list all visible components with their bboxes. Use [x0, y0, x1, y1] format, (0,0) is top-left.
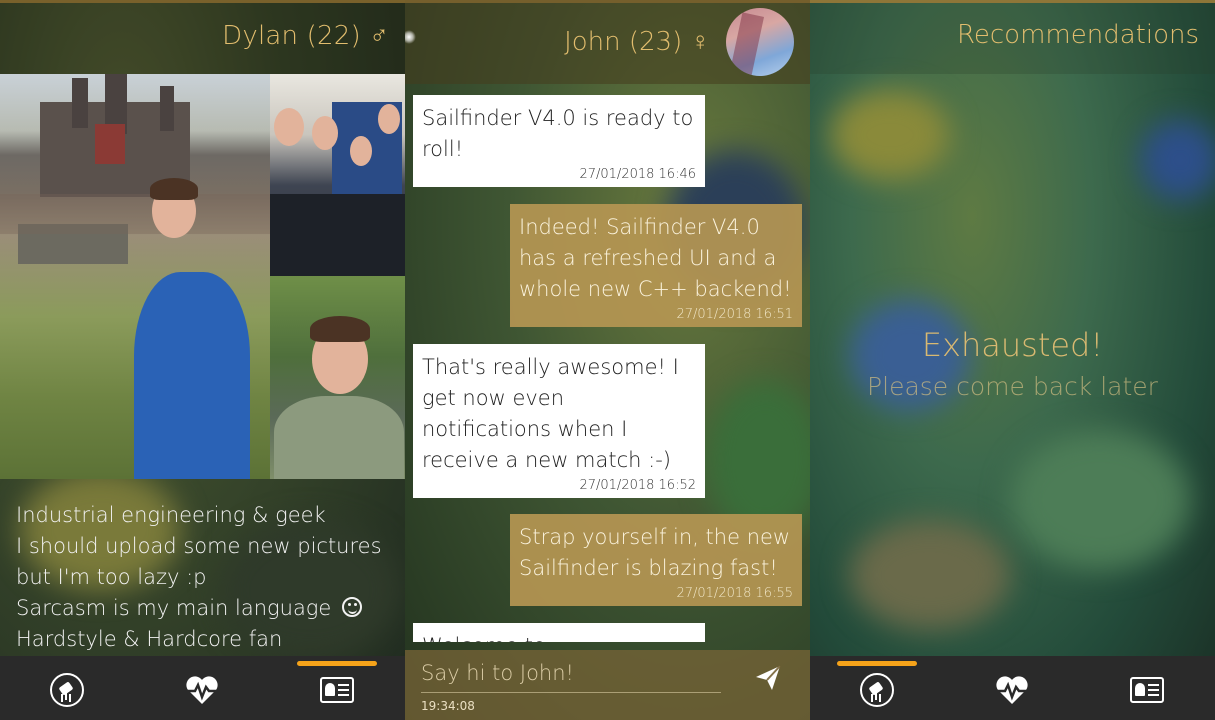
id-card-icon [320, 677, 354, 703]
avatar[interactable] [726, 8, 794, 76]
photo-detail [160, 86, 174, 131]
photo-detail [0, 194, 270, 234]
empty-state-subtitle: Please come back later [867, 372, 1158, 401]
telescope-icon [50, 673, 84, 707]
message-composer: 19:34:08 [405, 650, 810, 720]
heart-pulse-icon [186, 676, 218, 704]
photo-detail [134, 272, 250, 479]
active-tab-indicator [837, 661, 917, 666]
bio-line: Hardstyle & Hardcore fan [16, 627, 283, 651]
profile-header: Dylan (22) ♂ [0, 0, 405, 74]
connection-indicator [405, 30, 416, 44]
recommendations-screen: Recommendations Exhausted! Please come b… [810, 0, 1215, 720]
photo-detail [72, 78, 88, 128]
bio-line-text: Sarcasm is my main language [16, 596, 332, 620]
photo-detail [312, 116, 338, 150]
message-list[interactable]: Sailfinder V4.0 is ready to roll! 27/01/… [405, 84, 810, 642]
message-timestamp: 27/01/2018 16:55 [676, 586, 793, 601]
message-timestamp: 27/01/2018 16:51 [676, 307, 793, 322]
message-input[interactable] [421, 656, 721, 690]
nav-matches[interactable] [992, 670, 1032, 710]
nav-profile[interactable] [1127, 670, 1167, 710]
chat-header: John (23) ♀ [405, 0, 810, 84]
profile-photo-group[interactable] [270, 74, 405, 276]
profile-title: Dylan (22) ♂ [222, 21, 389, 51]
message-outgoing[interactable]: Strap yourself in, the new Sailfinder is… [510, 514, 802, 606]
background-blur [850, 520, 1010, 630]
message-text: Welcome to [422, 631, 695, 642]
nav-profile[interactable] [317, 670, 357, 710]
profile-screen: Dylan (22) ♂ Industrial engineering & ge… [0, 0, 405, 720]
photo-detail [150, 178, 198, 200]
message-text: Sailfinder V4.0 is ready to roll! [422, 106, 694, 161]
message-outgoing[interactable]: Indeed! Sailfinder V4.0 has a refreshed … [510, 204, 802, 327]
photo-detail [310, 316, 370, 342]
smiley-icon [342, 597, 363, 617]
message-text: Strap yourself in, the new Sailfinder is… [519, 525, 791, 580]
bio-line-with-emoji: Sarcasm is my main language [16, 593, 393, 624]
background-blur [1010, 430, 1190, 570]
background-blur [830, 90, 950, 180]
bio-line: Industrial engineering & geek [16, 503, 326, 527]
active-tab-indicator [297, 661, 377, 666]
nav-recommendations[interactable] [857, 670, 897, 710]
message-incoming[interactable]: That's really awesome! I get now even no… [413, 344, 705, 498]
message-timestamp: 27/01/2018 16:46 [579, 167, 696, 182]
background-blur [1140, 120, 1215, 200]
profile-photo-portrait[interactable] [270, 276, 405, 479]
message-incoming[interactable]: Welcome to [413, 623, 705, 642]
composer-time: 19:34:08 [421, 699, 475, 713]
profile-photo-main[interactable] [0, 74, 270, 479]
bio-line: but I'm too lazy :p [16, 565, 207, 589]
send-icon[interactable] [754, 664, 782, 692]
id-card-icon [1130, 677, 1164, 703]
bio-line: I should upload some new pictures [16, 534, 382, 558]
bottom-nav [810, 656, 1215, 720]
recommendations-title: Recommendations [956, 20, 1199, 50]
heart-pulse-icon [996, 676, 1028, 704]
photo-detail [378, 104, 400, 134]
photo-detail [95, 124, 125, 164]
photo-detail [350, 136, 372, 166]
chat-title: John (23) ♀ [564, 27, 710, 57]
nav-matches[interactable] [182, 670, 222, 710]
empty-state-title: Exhausted! [921, 326, 1104, 364]
photo-detail [270, 194, 405, 276]
message-text: Indeed! Sailfinder V4.0 has a refreshed … [519, 215, 792, 301]
profile-bio: Industrial engineering & geek I should u… [16, 500, 393, 655]
photo-detail [274, 108, 304, 146]
message-text: That's really awesome! I get now even no… [422, 355, 679, 472]
photo-detail [274, 396, 404, 479]
bottom-nav [0, 656, 405, 720]
nav-recommendations[interactable] [47, 670, 87, 710]
input-underline [421, 692, 721, 693]
message-timestamp: 27/01/2018 16:52 [579, 478, 696, 493]
chat-screen: John (23) ♀ Sailfinder V4.0 is ready to … [405, 0, 810, 720]
message-incoming[interactable]: Sailfinder V4.0 is ready to roll! 27/01/… [413, 95, 705, 187]
telescope-icon [860, 673, 894, 707]
recommendations-header: Recommendations [810, 0, 1215, 74]
